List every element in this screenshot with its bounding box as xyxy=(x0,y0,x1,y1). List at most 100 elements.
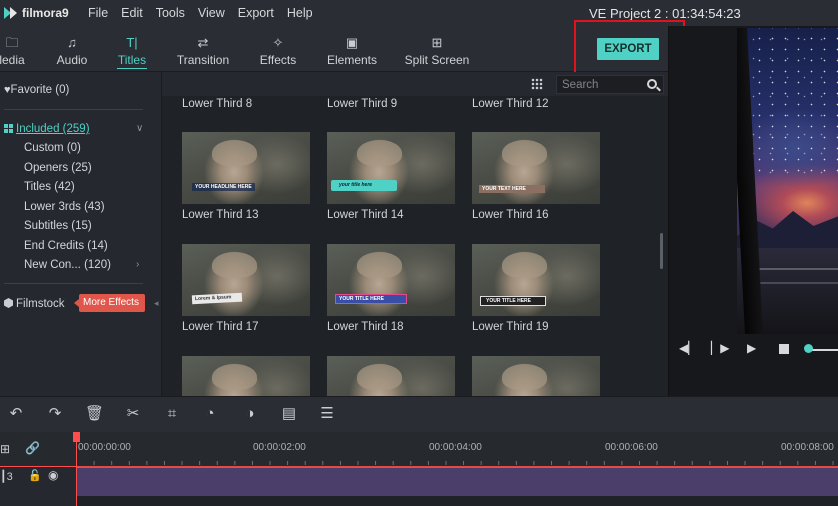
library-tab-bar: 🗀 ledia ♫ Audio T| Titles ⇄ Transition ✧… xyxy=(0,26,668,72)
sidebar-item-end-credits[interactable]: End Credits (14) xyxy=(24,240,108,252)
thumbnail-image xyxy=(357,364,402,390)
grid-icon xyxy=(4,124,13,133)
tab-elements-label: Elements xyxy=(326,53,378,67)
title-thumbnail[interactable]: Lorem & Ipsum xyxy=(182,244,310,316)
split-screen-icon: ⊞ xyxy=(431,35,443,50)
tab-audio-label: Audio xyxy=(56,53,88,67)
sidebar-included[interactable]: Included (259) xyxy=(4,123,90,135)
thumbnail-image xyxy=(212,140,257,166)
sidebar-favorite-label: Favorite (0) xyxy=(10,84,70,96)
transition-icon: ⇄ xyxy=(197,35,209,50)
effects-icon: ✧ xyxy=(272,35,284,50)
tab-split-screen[interactable]: ⊞ Split Screen xyxy=(404,26,470,72)
sidebar-favorite[interactable]: ♥Favorite (0) xyxy=(4,84,69,96)
title-thumbnail[interactable]: YOUR HEADLINE HERE xyxy=(182,132,310,204)
thumb-label: Lower Third 16 xyxy=(472,209,549,221)
grid-view-icon[interactable] xyxy=(531,78,543,90)
collapse-sidebar-icon[interactable]: ◂ xyxy=(154,298,159,309)
sidebar-item-custom[interactable]: Custom (0) xyxy=(24,142,81,154)
thumb-overlay-text: your title here xyxy=(331,180,397,191)
play-icon[interactable]: ▶ xyxy=(747,341,756,355)
menu-export[interactable]: Export xyxy=(238,6,274,20)
timecode-label: 00:00:06:00 xyxy=(605,442,658,453)
sidebar-filmstock[interactable]: Filmstock xyxy=(4,298,65,310)
chevron-right-icon[interactable]: › xyxy=(136,259,139,270)
more-effects-button[interactable]: More Effects xyxy=(74,294,145,312)
delete-icon[interactable]: 🗑 xyxy=(85,405,104,423)
tab-titles-label: Titles xyxy=(117,53,147,67)
timecode-label: 00:00:04:00 xyxy=(429,442,482,453)
stop-icon[interactable] xyxy=(779,344,789,354)
sidebar-item-lower-3rds[interactable]: Lower 3rds (43) xyxy=(24,201,105,213)
tab-elements[interactable]: ▣ Elements xyxy=(327,26,377,72)
menu-help[interactable]: Help xyxy=(287,6,313,20)
title-thumbnail[interactable]: YOUR TITLE HERE xyxy=(472,244,600,316)
sidebar-divider xyxy=(4,283,143,284)
eye-icon[interactable]: ◉ xyxy=(48,468,58,482)
thumb-overlay-text: YOUR HEADLINE HERE xyxy=(192,183,255,191)
sidebar-item-titles[interactable]: Titles (42) xyxy=(24,181,75,193)
sidebar-item-openers[interactable]: Openers (25) xyxy=(24,162,92,174)
tab-transition[interactable]: ⇄ Transition xyxy=(176,26,230,72)
thumbnail-image xyxy=(357,252,402,278)
tab-split-screen-label: Split Screen xyxy=(404,53,470,67)
title-thumbnail[interactable]: YOUR TEXT HERE xyxy=(472,132,600,204)
title-thumbnail[interactable]: your title here xyxy=(327,132,455,204)
thumbnail-image xyxy=(212,252,257,278)
cut-icon[interactable]: ✂ xyxy=(124,405,142,423)
search-input[interactable] xyxy=(562,78,642,92)
sidebar-item-new-content[interactable]: New Con... (120) xyxy=(24,259,111,271)
chevron-down-icon[interactable]: ∨ xyxy=(136,123,143,134)
menu-view[interactable]: View xyxy=(198,6,225,20)
filmora-logo-icon xyxy=(4,6,18,20)
timeline-ruler[interactable]: ⊞ 🔗 00:00:00:00 00:00:02:00 00:00:04:00 … xyxy=(0,432,838,466)
menu-edit[interactable]: Edit xyxy=(121,6,143,20)
play-pause-icon[interactable]: ▏▶ xyxy=(711,341,729,355)
sidebar-item-subtitles[interactable]: Subtitles (15) xyxy=(24,220,92,232)
tab-audio[interactable]: ♫ Audio xyxy=(56,26,88,72)
tab-transition-label: Transition xyxy=(176,53,230,67)
tab-media[interactable]: 🗀 ledia xyxy=(0,26,30,72)
menu-file[interactable]: File xyxy=(88,6,108,20)
title-thumbnail[interactable]: YOUR TITLE HERE xyxy=(327,244,455,316)
category-sidebar: ♥Favorite (0) Included (259) ∨ Custom (0… xyxy=(0,72,162,396)
timecode-label: 00:00:08:00 xyxy=(781,442,834,453)
menu-tools[interactable]: Tools xyxy=(156,6,185,20)
thumb-overlay-text: YOUR TITLE HERE xyxy=(335,294,407,304)
freeze-frame-icon[interactable]: ▤ xyxy=(280,405,298,423)
tab-media-label: ledia xyxy=(0,53,25,67)
title-thumbnail[interactable] xyxy=(182,356,310,396)
menu-bar: filmora9 File Edit Tools View Export Hel… xyxy=(0,0,838,26)
previous-frame-icon[interactable]: ◀▏ xyxy=(679,341,697,355)
search-icon[interactable] xyxy=(647,79,657,89)
titles-grid: Lower Third 8 Lower Third 9 Lower Third … xyxy=(162,96,668,396)
thumbnail-image xyxy=(357,140,402,166)
title-thumbnail[interactable] xyxy=(472,356,600,396)
app-logo: filmora9 xyxy=(4,6,84,20)
add-track-icon[interactable]: ⊞ xyxy=(0,442,10,456)
undo-icon[interactable]: ↶ xyxy=(7,405,25,423)
playhead-handle[interactable] xyxy=(73,432,80,442)
sidebar-filmstock-label: Filmstock xyxy=(16,298,65,310)
preview-fence xyxy=(747,268,838,284)
thumbnail-image xyxy=(502,364,547,390)
speed-icon[interactable]: ◔ xyxy=(201,405,219,423)
playback-progress-knob[interactable] xyxy=(804,344,813,353)
sidebar-divider xyxy=(4,109,143,110)
music-note-icon: ♫ xyxy=(67,35,77,50)
playhead[interactable] xyxy=(76,432,77,506)
tab-titles[interactable]: T| Titles xyxy=(117,26,147,72)
lock-icon[interactable]: 🔓 xyxy=(28,469,42,482)
thumb-label: Lower Third 12 xyxy=(472,98,549,110)
adjust-icon[interactable]: ☰ xyxy=(318,405,336,423)
timeline-track[interactable] xyxy=(76,466,838,496)
redo-icon[interactable]: ↷ xyxy=(46,405,64,423)
color-icon[interactable]: ◑ xyxy=(241,405,259,423)
crop-icon[interactable]: ⌗ xyxy=(163,405,181,423)
title-thumbnail[interactable] xyxy=(327,356,455,396)
thumb-overlay-text: YOUR TEXT HERE xyxy=(479,185,545,193)
grid-scrollbar[interactable] xyxy=(660,233,663,269)
tab-effects[interactable]: ✧ Effects xyxy=(259,26,297,72)
title-icon: T| xyxy=(126,35,138,50)
link-icon[interactable]: 🔗 xyxy=(25,441,40,455)
